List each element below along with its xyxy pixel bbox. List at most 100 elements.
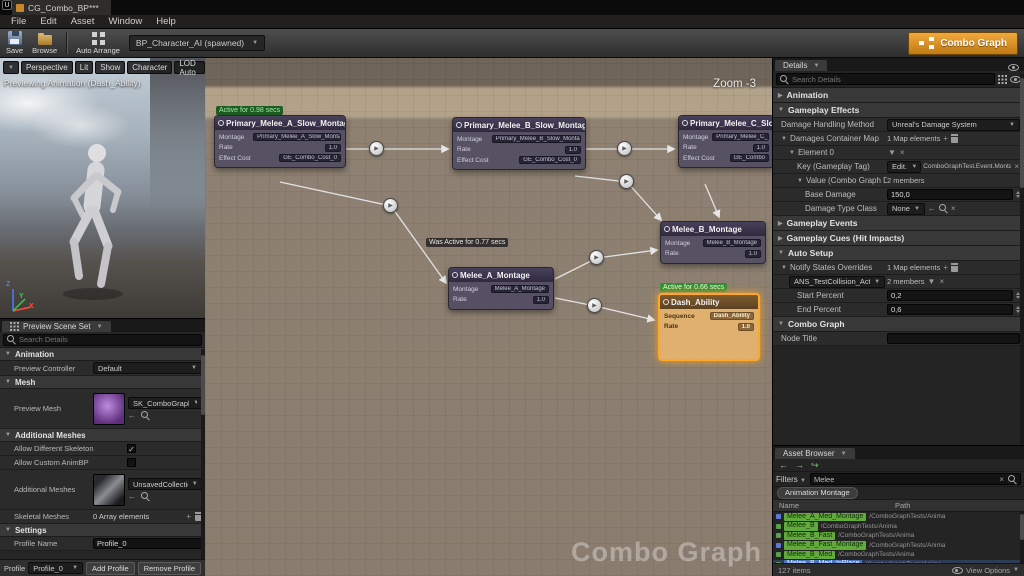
expand-arrow-icon[interactable]: ▼ [781, 265, 787, 271]
back-icon[interactable]: ← [779, 460, 788, 470]
perspective-button[interactable]: Perspective [20, 61, 73, 74]
editor-tab[interactable]: CG_Combo_BP*** [12, 0, 111, 15]
tag-edit-dropdown[interactable]: Edit...▼ [887, 160, 922, 173]
expand-arrow-icon[interactable]: ▼ [789, 150, 795, 156]
node-field-value[interactable]: GE_Combo_Cost_0 [279, 154, 341, 162]
expand-arrow-icon[interactable]: ▼ [781, 136, 787, 142]
browse-button[interactable]: Browse [32, 32, 57, 55]
node-field-value[interactable]: 1.0 [324, 143, 341, 152]
scrollbar[interactable] [1020, 74, 1024, 444]
graph-node-dash-ability-selected[interactable]: Dash_Ability Sequence Dash_Ability Rate 1.… [658, 293, 760, 361]
element-options-icon[interactable]: ▼ [887, 148, 897, 157]
section-animation[interactable]: ▼ Animation [0, 348, 205, 361]
details-search-input[interactable] [792, 74, 991, 84]
node-field-value[interactable]: Primary_Melee_C_Slow_Mont [712, 133, 769, 141]
transition-node[interactable] [589, 250, 604, 265]
preview-mesh-thumbnail[interactable] [93, 392, 125, 425]
character-button[interactable]: Character [127, 61, 173, 74]
graph-node-primary-melee-b[interactable]: Primary_Melee_B_Slow_Montage Montage Prim… [452, 117, 586, 170]
section-additional-meshes[interactable]: ▼ Additional Meshes [0, 429, 205, 442]
transition-node[interactable] [617, 141, 632, 156]
asset-row[interactable]: Melee_A_Med_Montage /ComboGraphTests/Ani… [773, 512, 1024, 522]
visibility-icon[interactable] [1008, 64, 1019, 71]
node-field-value[interactable]: Primary_Melee_B_Slow_Montage [491, 135, 581, 143]
transition-node[interactable] [383, 198, 398, 213]
node-field-value[interactable]: 1.0 [737, 322, 754, 331]
asset-search-input[interactable] [813, 474, 996, 484]
clear-search-icon[interactable]: × [998, 475, 1005, 484]
expand-arrow-icon[interactable]: ▼ [797, 178, 803, 184]
node-field-value[interactable]: GE_Combo_Cost_0 [519, 156, 581, 164]
lit-button[interactable]: Lit [74, 61, 94, 74]
clear-reference-icon[interactable]: × [950, 204, 957, 213]
preview-viewport[interactable]: ▼ Perspective Lit Show Character LOD Aut… [0, 58, 205, 318]
menu-edit[interactable]: Edit [33, 16, 63, 27]
clear-map-icon[interactable] [951, 134, 959, 143]
element-options-icon[interactable]: ▼ [927, 277, 937, 286]
use-selected-icon[interactable]: ← [927, 204, 937, 213]
notify-state-class-dropdown[interactable]: ANS_TestCollision_Act ▼ [789, 275, 885, 288]
start-percent-input[interactable]: 0,2 [887, 290, 1013, 301]
profile-dropdown[interactable]: Profile_0 ▼ [28, 562, 84, 574]
node-field-value[interactable]: 1.0 [564, 145, 581, 154]
preview-mesh-dropdown[interactable]: SK_ComboGraphTest_Mar▼ [128, 397, 202, 409]
preview-search-input[interactable] [19, 335, 198, 344]
menu-window[interactable]: Window [101, 16, 149, 27]
preview-actor-dropdown[interactable]: BP_Character_AI (spawned) ▼ [128, 35, 266, 51]
section-settings[interactable]: ▼ Settings [0, 524, 205, 537]
remove-element-icon[interactable]: × [899, 148, 906, 157]
node-field-value[interactable]: Melee_A_Montage [490, 285, 549, 293]
remove-profile-button[interactable]: Remove Profile [137, 561, 201, 575]
section-animation[interactable]: ▶ Animation [773, 88, 1024, 103]
add-profile-button[interactable]: Add Profile [86, 561, 135, 575]
tab-asset-browser[interactable]: Asset Browser ▼ [775, 448, 855, 459]
node-field-value[interactable]: 1.0 [752, 143, 769, 152]
transition-node[interactable] [619, 174, 634, 189]
combo-graph-canvas[interactable]: Zoom -3 Active for 0.98 secs Was Active … [205, 58, 772, 576]
filter-chip-animation-montage[interactable]: Animation Montage [777, 487, 858, 499]
allow-custom-animbp-checkbox[interactable] [127, 458, 136, 467]
asset-row[interactable]: Melee_B_Fast /ComboGraphTests/Anima [773, 531, 1024, 541]
section-gameplay-events[interactable]: ▶ Gameplay Events [773, 216, 1024, 231]
asset-row-selected[interactable]: Melee_B_Med_InPlace /ComboGraphTests/Ani… [773, 559, 1024, 563]
remove-element-icon[interactable]: × [938, 277, 945, 286]
auto-arrange-button[interactable]: Auto Arrange [76, 31, 120, 55]
menu-help[interactable]: Help [149, 16, 183, 27]
graph-node-primary-melee-a[interactable]: Primary_Melee_A_Slow_Montage Montage Prim… [214, 115, 346, 168]
column-name[interactable]: Name [773, 501, 895, 510]
clear-map-icon[interactable] [951, 263, 959, 272]
node-title-input[interactable] [887, 333, 1020, 344]
use-selected-icon[interactable]: ← [128, 492, 136, 501]
go-to-folder-icon[interactable]: ↪ [811, 460, 819, 471]
forward-icon[interactable]: → [795, 460, 804, 470]
asset-row[interactable]: Melee_B_Med /ComboGraphTests/Anima [773, 550, 1024, 560]
graph-node-melee-b[interactable]: Melee_B_Montage Montage Melee_B_Montage R… [660, 221, 766, 264]
details-search-box[interactable] [776, 73, 995, 85]
view-options-button[interactable]: View Options ▼ [951, 566, 1019, 575]
section-gameplay-effects[interactable]: ▼ Gameplay Effects [773, 103, 1024, 118]
section-auto-setup[interactable]: ▼ Auto Setup [773, 246, 1024, 261]
section-mesh[interactable]: ▼ Mesh [0, 376, 205, 389]
preview-controller-dropdown[interactable]: Default ▼ [93, 362, 202, 374]
section-gameplay-cues[interactable]: ▶ Gameplay Cues (Hit Impacts) [773, 231, 1024, 246]
additional-meshes-thumbnail[interactable] [93, 473, 125, 506]
transition-node[interactable] [587, 298, 602, 313]
add-element-icon[interactable]: + [185, 512, 192, 521]
node-field-value[interactable]: Primary_Melee_A_Slow_Montage [253, 133, 341, 141]
tab-preview-scene-set[interactable]: Preview Scene Set ▼ [2, 321, 111, 332]
filters-button[interactable]: Filters ▼ [776, 475, 806, 484]
clear-tag-icon[interactable]: × [1013, 162, 1020, 171]
node-field-value[interactable]: GE_Combo [729, 154, 769, 162]
combo-graph-button[interactable]: Combo Graph [908, 31, 1018, 55]
scrollbar[interactable] [1020, 512, 1024, 563]
viewport-options-button[interactable]: ▼ [3, 61, 19, 74]
node-field-value[interactable]: 1.0 [532, 295, 549, 304]
allow-different-skeleton-checkbox[interactable]: ✓ [127, 444, 136, 454]
lod-auto-button[interactable]: LOD Auto [174, 59, 205, 77]
node-field-value[interactable]: Dash_Ability [709, 312, 754, 320]
node-field-value[interactable]: Melee_B_Montage [702, 239, 761, 247]
asset-row[interactable]: Melee_B /ComboGraphTests/Anima [773, 522, 1024, 532]
add-element-icon[interactable]: + [942, 263, 949, 272]
base-damage-input[interactable]: 150,0 [887, 189, 1013, 200]
section-combo-graph[interactable]: ▼ Combo Graph [773, 317, 1024, 332]
